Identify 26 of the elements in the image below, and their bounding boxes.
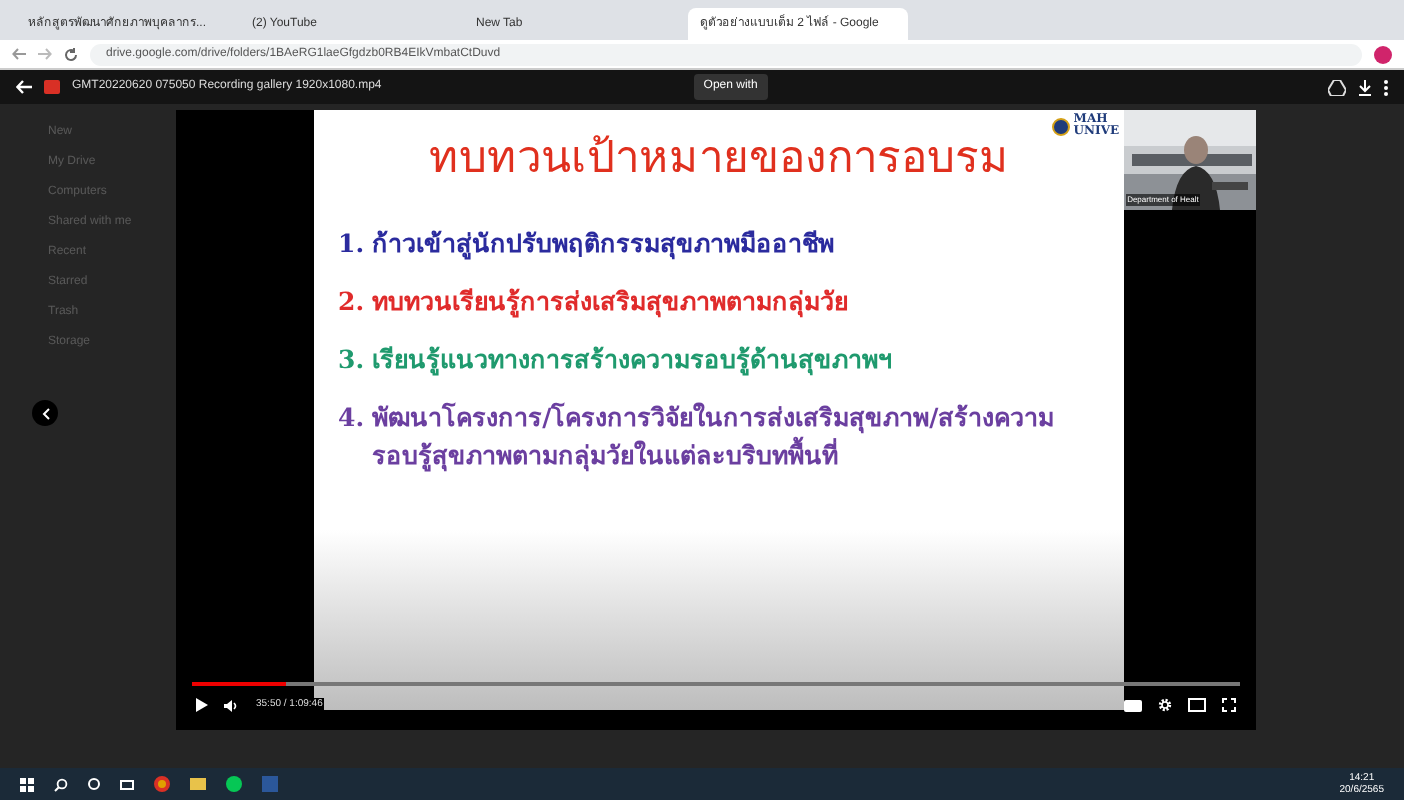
university-logo-icon <box>1051 117 1070 135</box>
start-icon[interactable] <box>20 777 34 791</box>
settings-icon[interactable] <box>1158 698 1172 713</box>
point-number: 3. <box>338 342 365 378</box>
profile-avatar[interactable] <box>1374 45 1392 63</box>
point-text: เรียนรู้แนวทางการสร้างความรอบรู้ด้านสุขภาพฯ <box>372 342 893 378</box>
chevron-icon <box>41 407 49 419</box>
search-icon[interactable] <box>54 777 68 791</box>
reload-icon[interactable] <box>64 47 78 61</box>
miniplayer-icon[interactable] <box>1188 698 1206 713</box>
cortana-icon[interactable] <box>88 778 100 790</box>
task-view-icon[interactable] <box>120 779 134 789</box>
play-icon[interactable] <box>196 698 208 713</box>
point-number: 2. <box>338 284 365 320</box>
fullscreen-icon[interactable] <box>1222 698 1236 713</box>
point-number: 4. <box>338 400 365 436</box>
download-icon[interactable] <box>1358 79 1372 95</box>
slide-title: ทบทวนเป้าหมายของการอบรม <box>428 132 1009 188</box>
point-number: 1. <box>338 226 365 262</box>
previous-button[interactable] <box>32 400 58 426</box>
video-file-icon <box>44 80 60 94</box>
point-text: ก้าวเข้าสู่นักปรับพฤติกรรมสุขภาพมืออาชีพ <box>372 226 835 262</box>
point-text: พัฒนาโครงการ/โครงการวิจัยในการส่งเสริมสุขภาพ/สร้างความรอบรู้สุขภาพตามกลุ่มวัยในแต่ละบริบทพื้นที่ <box>372 400 1057 474</box>
captions-icon[interactable] <box>1124 699 1142 712</box>
point-text: ทบทวนเรียนรู้การส่งเสริมสุขภาพตามกลุ่มวัย <box>372 284 849 320</box>
volume-icon[interactable] <box>224 699 238 712</box>
